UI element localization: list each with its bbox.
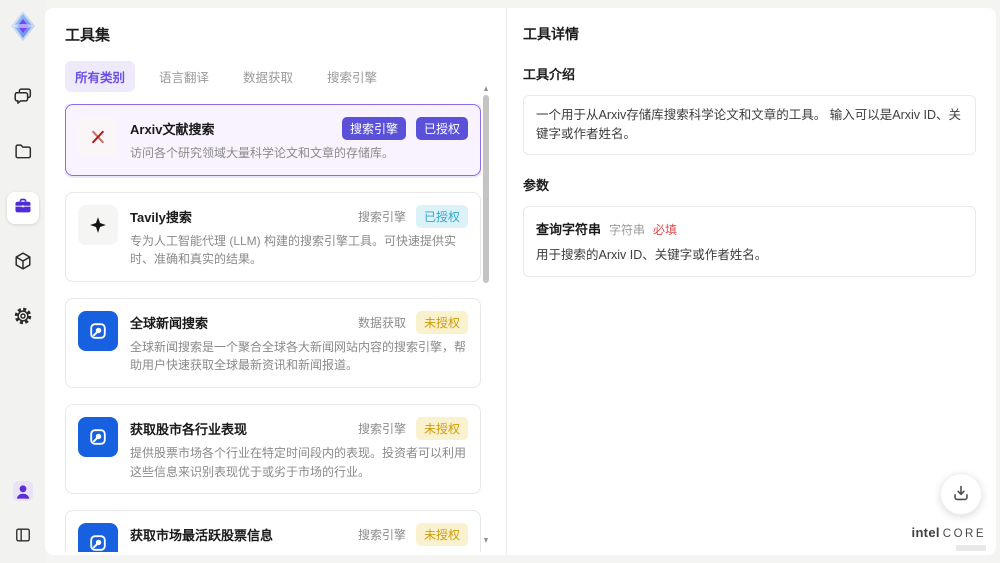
sidebar-item-user-avatar[interactable] <box>7 477 39 509</box>
sidebar-item-settings[interactable] <box>7 302 39 334</box>
param-header: 查询字符串 字符串 必填 <box>536 219 963 238</box>
tool-name: Arxiv文献搜索 <box>130 122 215 137</box>
tool-card-body: 全球新闻搜索 数据获取 未授权全球新闻搜索是一个聚合全球各大新闻网站内容的搜索引擎，… <box>130 310 468 375</box>
page-title: 工具集 <box>65 27 111 44</box>
tool-badges: 搜索引擎 已授权 <box>341 117 468 140</box>
tool-badges: 搜索引擎 未授权 <box>357 416 468 440</box>
param-box: 查询字符串 字符串 必填 用于搜索的Arxiv ID、关键字或作者姓名。 <box>523 205 976 278</box>
params-heading: 参数 <box>523 177 550 193</box>
tab-0[interactable]: 所有类别 <box>65 61 136 92</box>
auth-status-badge: 已授权 <box>415 117 468 140</box>
tool-card-body: Arxiv文献搜索 搜索引擎 已授权访问各个研究领域大量科学论文和文章的存储库。 <box>130 117 468 163</box>
auth-status-badge: 已授权 <box>415 204 468 228</box>
intro-box: 一个用于从Arxiv存储库搜索科学论文和文章的工具。 输入可以是Arxiv ID… <box>523 95 976 155</box>
tool-name: 获取市场最活跃股票信息 <box>130 528 274 544</box>
sidebar-item-layout-panel[interactable] <box>7 521 39 553</box>
tool-card[interactable]: Tavily搜索 搜索引擎 已授权专为人工智能代理 (LLM) 构建的搜索引擎工具。… <box>65 191 481 282</box>
layout-panel-icon <box>13 525 33 550</box>
tool-badges: 搜索引擎 未授权 <box>357 523 468 547</box>
globalnews-icon <box>78 523 118 552</box>
user-avatar-icon <box>11 479 35 508</box>
tool-card[interactable]: 获取股市各行业表现 搜索引擎 未授权提供股票市场各个行业在特定时间段内的表现。投资者… <box>65 403 481 495</box>
param-description: 用于搜索的Arxiv ID、关键字或作者姓名。 <box>536 247 768 262</box>
tool-card[interactable]: 全球新闻搜索 数据获取 未授权全球新闻搜索是一个聚合全球各大新闻网站内容的搜索引擎，… <box>65 297 481 388</box>
intel-core-logo: intel core <box>912 524 986 551</box>
tool-card[interactable]: 获取市场最活跃股票信息 搜索引擎未授权提供当天交易量最高的股票列表，投资者可以利用… <box>65 510 481 552</box>
auth-status-badge: 未授权 <box>415 310 468 334</box>
tool-description: 全球新闻搜索是一个聚合全球各大新闻网站内容的搜索引擎，帮助用户快速获取全球最新资… <box>130 339 467 373</box>
download-icon <box>950 482 972 507</box>
intel-wordmark: intel <box>911 525 940 541</box>
category-badge: 数据获取 <box>357 315 406 330</box>
globalnews-icon <box>78 416 118 457</box>
category-badge: 搜索引擎 <box>357 209 406 224</box>
sidebar-nav <box>6 82 39 334</box>
param-name: 查询字符串 <box>536 221 602 237</box>
tool-card-body: 获取市场最活跃股票信息 搜索引擎未授权提供当天交易量最高的股票列表，投资者可以利用… <box>130 523 468 552</box>
app-logo-icon[interactable] <box>5 8 41 44</box>
detail-panel: 工具详情 工具介绍 一个用于从Arxiv存储库搜索科学论文和文章的工具。 输入可… <box>506 8 996 555</box>
tool-description: 提供股票市场各个行业在特定时间段内的表现。投资者可以利用这些信息来识别表现优于或… <box>130 445 467 479</box>
list-scrollbar[interactable] <box>483 86 490 543</box>
category-badge: 搜索引擎 <box>357 528 406 543</box>
param-required-flag: 必填 <box>653 222 678 237</box>
content-panel: 工具集 所有类别 语言翻译 数据获取 搜索引擎 Arxiv文献搜索 搜索引擎 已授权 访问各… <box>45 8 996 555</box>
arxiv-icon <box>78 117 118 157</box>
globalnews-icon <box>78 310 118 351</box>
category-tabs: 所有类别 语言翻译 数据获取 搜索引擎 <box>65 61 505 92</box>
detail-title: 工具详情 <box>523 26 579 42</box>
tool-name: Tavily搜索 <box>130 209 192 225</box>
category-badge: 搜索引擎 <box>341 117 406 140</box>
sidebar-item-folder[interactable] <box>7 137 39 169</box>
tool-description: 访问各个研究领域大量科学论文和文章的存储库。 <box>130 146 395 160</box>
scrollbar-thumb[interactable] <box>483 95 489 283</box>
tool-card[interactable]: Arxiv文献搜索 搜索引擎 已授权访问各个研究领域大量科学论文和文章的存储库。 <box>65 104 481 176</box>
folder-icon <box>12 140 34 167</box>
tavily-icon <box>78 204 118 245</box>
auth-status-badge: 未授权 <box>415 416 468 440</box>
tab-3[interactable]: 搜索引擎 <box>317 61 387 92</box>
tools-column: 工具集 所有类别 语言翻译 数据获取 搜索引擎 Arxiv文献搜索 搜索引擎 已授权 访问各… <box>45 8 505 555</box>
download-button[interactable] <box>940 473 982 515</box>
settings-icon <box>12 305 34 332</box>
sidebar-item-toolbox[interactable] <box>6 192 39 224</box>
tool-list: Arxiv文献搜索 搜索引擎 已授权 访问各个研究领域大量科学论文和文章的存储库。 Ta… <box>65 104 481 552</box>
core-wordmark: core <box>942 528 986 541</box>
tool-description: 专为人工智能代理 (LLM) 构建的搜索引擎工具。可快速提供实时、准确和真实的结… <box>130 233 457 267</box>
auth-status-badge: 未授权 <box>415 523 468 547</box>
param-type: 字符串 <box>609 222 646 237</box>
chat-icon <box>12 85 34 112</box>
tool-card-body: Tavily搜索 搜索引擎 已授权专为人工智能代理 (LLM) 构建的搜索引擎工具。… <box>130 204 468 269</box>
toolbox-icon <box>12 195 34 222</box>
tool-badges: 数据获取 未授权 <box>357 310 468 334</box>
sidebar-item-chat[interactable] <box>7 82 39 114</box>
tool-card-body: 获取股市各行业表现 搜索引擎 未授权提供股票市场各个行业在特定时间段内的表现。投资者… <box>130 416 468 481</box>
tool-badges: 搜索引擎 已授权 <box>357 204 468 228</box>
category-badge: 搜索引擎 <box>357 421 406 436</box>
intro-text: 一个用于从Arxiv存储库搜索科学论文和文章的工具。 输入可以是Arxiv ID… <box>536 108 962 141</box>
sidebar-bottom <box>7 477 39 553</box>
intro-heading: 工具介绍 <box>523 67 576 82</box>
brand-subtext <box>956 545 986 551</box>
cube-icon <box>12 250 34 277</box>
tool-description: 提供当天交易量最高的股票列表，投资者可以利用这些信息来识别流动性强的股票和潜在的… <box>130 550 468 552</box>
tool-name: 全球新闻搜索 <box>130 315 209 331</box>
tab-1[interactable]: 语言翻译 <box>149 61 219 92</box>
sidebar <box>0 0 45 563</box>
sidebar-item-cube[interactable] <box>7 247 39 279</box>
tab-2[interactable]: 数据获取 <box>233 61 303 92</box>
tool-name: 获取股市各行业表现 <box>130 421 248 437</box>
